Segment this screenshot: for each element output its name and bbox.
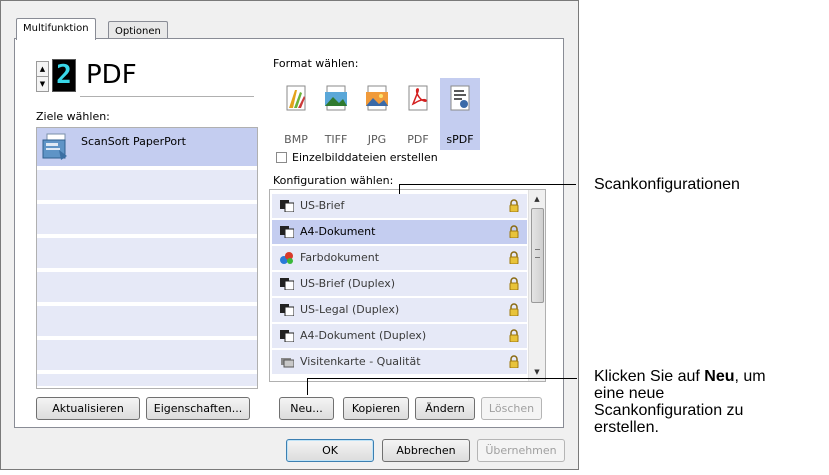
bw-scan-icon: [280, 304, 294, 316]
jpg-icon: [366, 85, 388, 111]
callout-new-suffix: , um: [734, 368, 766, 385]
format-label: Format wählen:: [273, 57, 359, 70]
config-name: A4-Dokument: [300, 225, 376, 238]
ok-button[interactable]: OK: [286, 439, 374, 462]
tab-multifunktion[interactable]: Multifunktion: [16, 18, 96, 40]
format-jpg[interactable]: JPG: [358, 78, 396, 150]
scroll-down-icon[interactable]: ▼: [529, 365, 545, 379]
delete-button[interactable]: Löschen: [481, 397, 542, 420]
lock-icon: [509, 355, 519, 368]
format-label-text: BMP: [284, 133, 308, 146]
config-item[interactable]: US-Legal (Duplex): [272, 298, 527, 322]
format-title: PDF: [86, 60, 137, 90]
config-item[interactable]: US-Brief: [272, 194, 527, 218]
callout-new-text: Klicken Sie auf Neu, um eine neue Scanko…: [594, 368, 829, 436]
tiff-icon: [325, 85, 347, 111]
config-item[interactable]: Farbdokument: [272, 246, 527, 270]
lock-icon: [509, 251, 519, 264]
bw-scan-icon: [280, 200, 294, 212]
single-file-checkbox[interactable]: [276, 152, 287, 163]
format-label-text: sPDF: [446, 133, 474, 146]
format-label-text: TIFF: [324, 133, 348, 146]
callout-new-line2: eine neue: [594, 385, 665, 402]
destinations-label: Ziele wählen:: [36, 110, 110, 123]
callout-new-prefix: Klicken Sie auf: [594, 368, 705, 385]
config-item[interactable]: US-Brief (Duplex): [272, 272, 527, 296]
destination-empty-row: [37, 204, 257, 236]
format-title-underline: [80, 96, 254, 97]
callout-line-scan-drop: [399, 184, 400, 194]
destination-item[interactable]: ScanSoft PaperPort: [37, 128, 257, 168]
thumb-grip-icon: [535, 249, 540, 258]
cancel-button[interactable]: Abbrechen: [382, 439, 470, 462]
format-label-text: PDF: [407, 133, 429, 146]
config-name: US-Brief: [300, 199, 345, 212]
format-bmp[interactable]: BMP: [277, 78, 315, 150]
config-name: Visitenkarte - Qualität: [300, 355, 421, 368]
destination-empty-row: [37, 238, 257, 270]
spdf-icon: [450, 85, 470, 111]
scroll-thumb[interactable]: [531, 208, 544, 303]
callout-line-scan: [399, 184, 576, 185]
config-list[interactable]: US-Brief A4-Dokument Farbdokument US-Bri…: [269, 189, 546, 382]
config-name: Farbdokument: [300, 251, 380, 264]
format-spdf[interactable]: sPDF: [440, 78, 480, 150]
destination-label: ScanSoft PaperPort: [81, 135, 186, 148]
pdf-icon: [408, 85, 428, 111]
spinner-up-icon[interactable]: ▲: [37, 62, 48, 77]
lock-icon: [509, 303, 519, 316]
single-file-checkbox-label: Einzelbilddateien erstellen: [292, 151, 438, 164]
refresh-button[interactable]: Aktualisieren: [36, 397, 140, 420]
callout-line-new-drop: [307, 378, 308, 395]
bw-scan-icon: [280, 278, 294, 290]
business-card-icon: [281, 358, 294, 368]
lock-icon: [509, 199, 519, 212]
callout-scan-configs: Scankonfigurationen: [594, 176, 740, 193]
color-scan-icon: [280, 252, 293, 264]
spinner-down-icon[interactable]: ▼: [37, 77, 48, 91]
bmp-icon: [286, 85, 306, 111]
destination-empty-row: [37, 272, 257, 304]
config-name: A4-Dokument (Duplex): [300, 329, 427, 342]
scroll-up-icon[interactable]: ▲: [529, 192, 545, 206]
destination-empty-row: [37, 340, 257, 372]
bw-scan-icon: [280, 226, 294, 238]
lock-icon: [509, 225, 519, 238]
config-name: US-Brief (Duplex): [300, 277, 396, 290]
edit-button[interactable]: Ändern: [415, 397, 475, 420]
apply-button[interactable]: Übernehmen: [477, 439, 565, 462]
callout-line-new: [307, 378, 577, 379]
config-item[interactable]: Visitenkarte - Qualität: [272, 350, 527, 374]
paperport-icon: [42, 133, 67, 160]
callout-new-line4: erstellen.: [594, 419, 659, 436]
destination-empty-row: [37, 306, 257, 338]
lock-icon: [509, 329, 519, 342]
new-button[interactable]: Neu...: [279, 397, 334, 420]
format-tiff[interactable]: TIFF: [317, 78, 355, 150]
format-label-text: JPG: [367, 133, 387, 146]
destination-empty-row: [37, 374, 257, 388]
config-item-selected[interactable]: A4-Dokument: [272, 220, 527, 244]
callout-new-line3: Scankonfiguration zu: [594, 402, 744, 419]
lock-icon: [509, 277, 519, 290]
destination-empty-row: [37, 170, 257, 202]
callout-new-line1: Klicken Sie auf Neu, um: [594, 368, 829, 385]
properties-button[interactable]: Eigenschaften...: [146, 397, 250, 420]
counter-spinner[interactable]: ▲ ▼: [36, 61, 49, 92]
config-name: US-Legal (Duplex): [300, 303, 400, 316]
callout-new-bold: Neu: [704, 368, 735, 385]
copy-button[interactable]: Kopieren: [343, 397, 409, 420]
bw-scan-icon: [280, 330, 294, 342]
config-item[interactable]: A4-Dokument (Duplex): [272, 324, 527, 348]
config-scrollbar[interactable]: ▲ ▼: [528, 190, 545, 381]
config-label: Konfiguration wählen:: [273, 174, 394, 187]
destinations-list[interactable]: ScanSoft PaperPort: [36, 127, 258, 389]
format-pdf[interactable]: PDF: [399, 78, 437, 150]
counter-display: 2: [52, 59, 76, 92]
